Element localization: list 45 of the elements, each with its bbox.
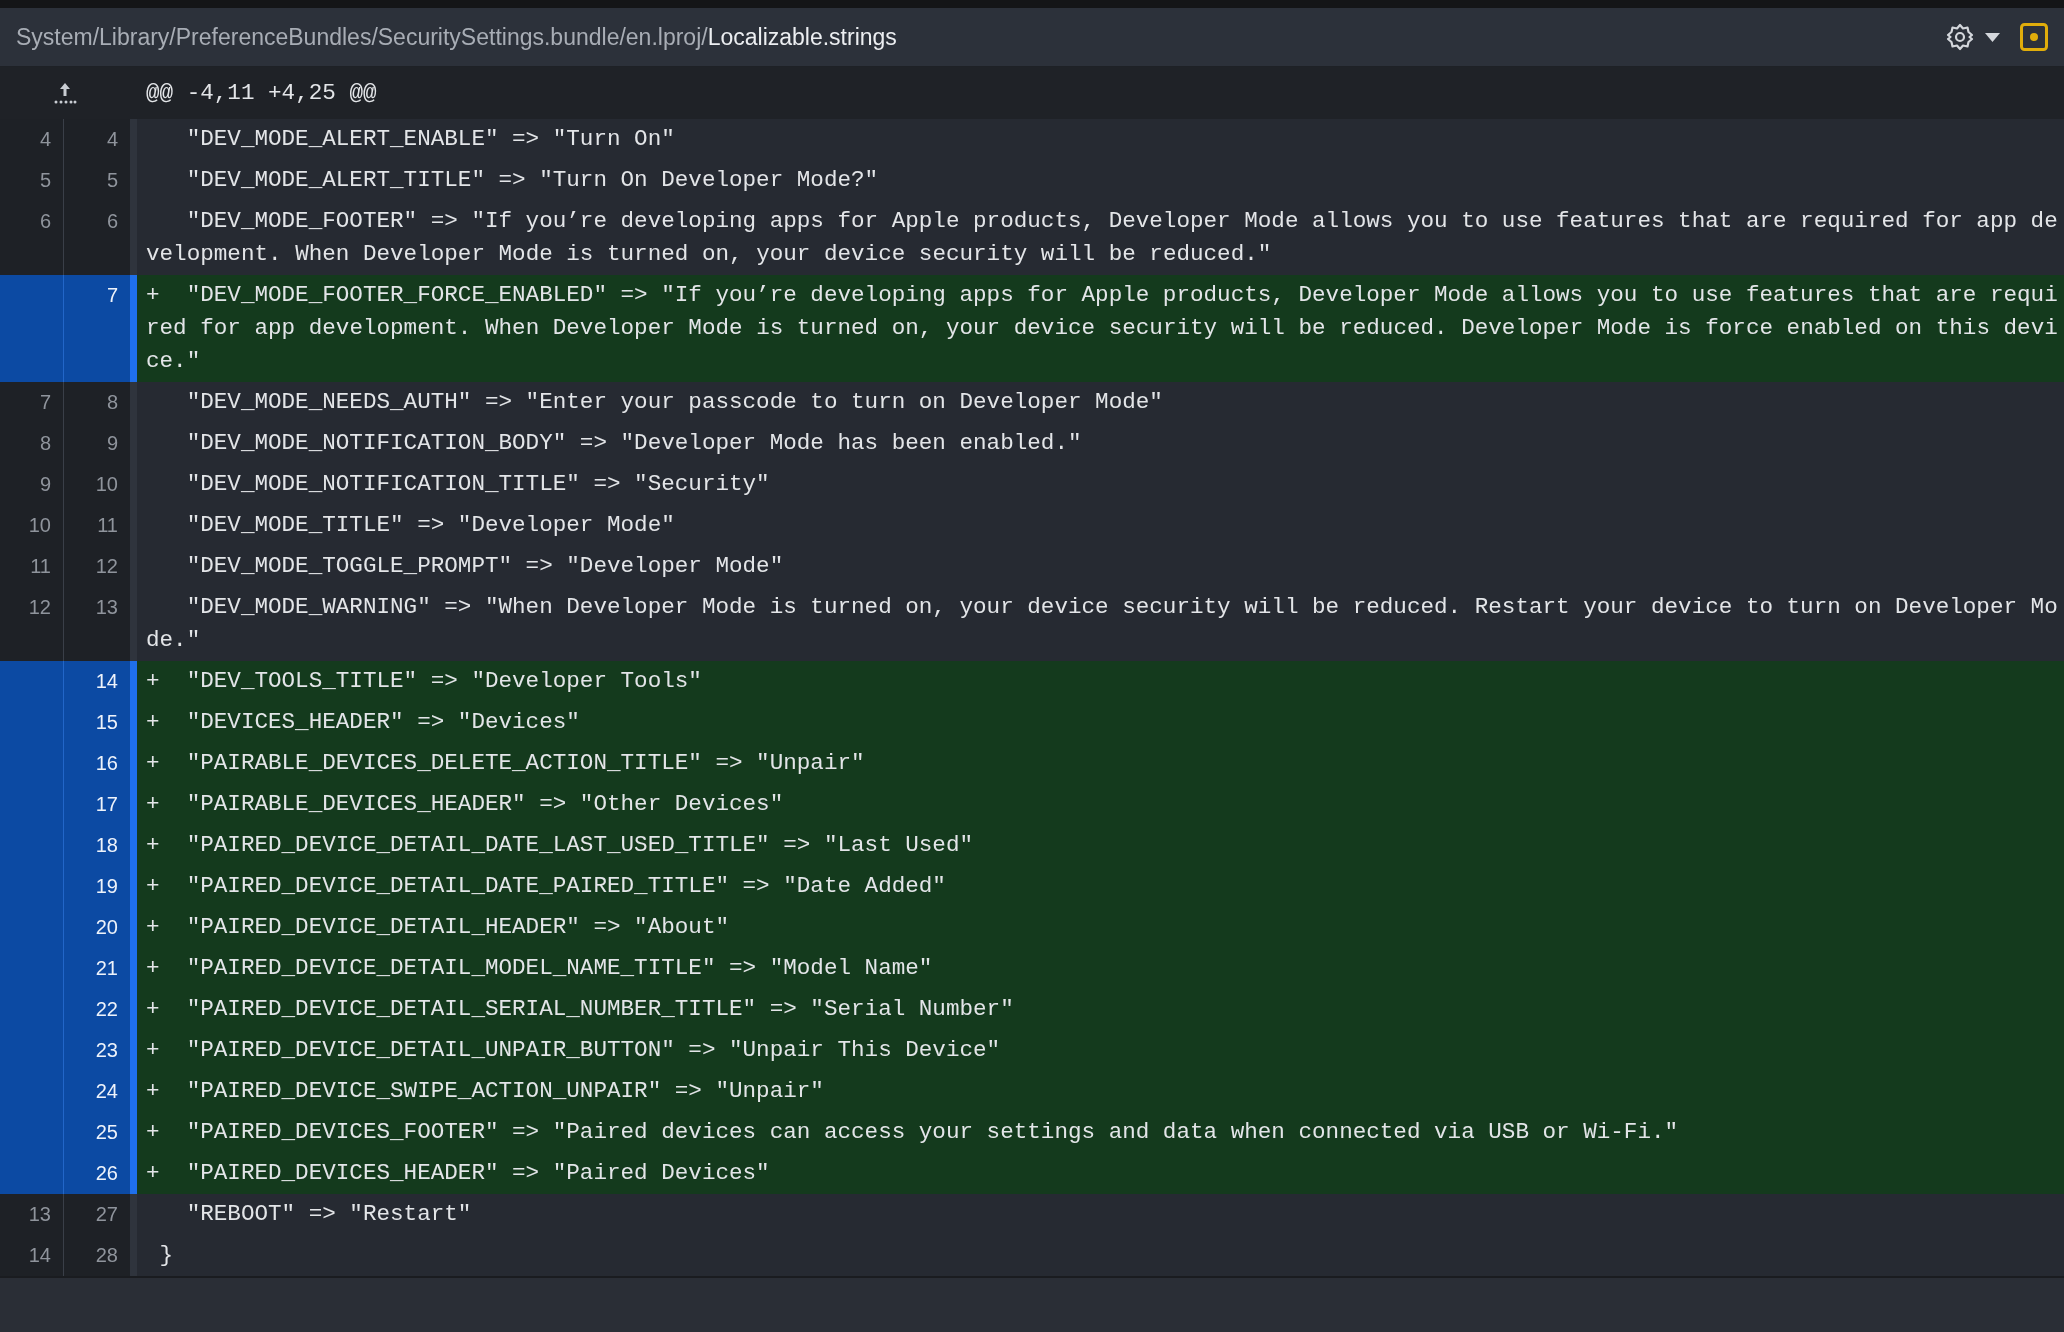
old-line-number: 8 bbox=[0, 423, 64, 464]
new-line-number: 23 bbox=[64, 1030, 130, 1071]
old-line-number: 11 bbox=[0, 546, 64, 587]
new-line-number: 12 bbox=[64, 546, 130, 587]
new-line-number: 10 bbox=[64, 464, 130, 505]
old-line-number: 4 bbox=[0, 119, 64, 160]
new-line-number: 19 bbox=[64, 866, 130, 907]
new-line-number: 16 bbox=[64, 743, 130, 784]
old-line-number: 13 bbox=[0, 1194, 64, 1235]
new-line-number: 24 bbox=[64, 1071, 130, 1112]
new-line-number: 8 bbox=[64, 382, 130, 423]
settings-icon bbox=[1945, 22, 1975, 52]
dot-square-icon bbox=[2020, 23, 2048, 51]
new-line-number: 22 bbox=[64, 989, 130, 1030]
file-path: System/Library/PreferenceBundles/SecuritySettings.bundle/en.lproj/Localizable.strings bbox=[16, 23, 897, 51]
old-line-number: 6 bbox=[0, 201, 64, 275]
old-line-number: 14 bbox=[0, 1235, 64, 1276]
new-line-number: 17 bbox=[64, 784, 130, 825]
new-line-number: 7 bbox=[64, 275, 130, 382]
new-line-number: 13 bbox=[64, 587, 130, 661]
old-line-number: 9 bbox=[0, 464, 64, 505]
new-line-number: 18 bbox=[64, 825, 130, 866]
new-line-number: 20 bbox=[64, 907, 130, 948]
old-line-number bbox=[0, 661, 64, 702]
old-line-number: 12 bbox=[0, 587, 64, 661]
new-line-number: 27 bbox=[64, 1194, 130, 1235]
new-line-number: 26 bbox=[64, 1153, 130, 1194]
settings-button[interactable] bbox=[1945, 22, 2000, 52]
caret-icon bbox=[1985, 32, 2000, 42]
viewed-toggle-button[interactable] bbox=[2020, 23, 2048, 51]
new-line-number: 28 bbox=[64, 1235, 130, 1276]
old-line-number bbox=[0, 1153, 64, 1194]
old-line-number: 10 bbox=[0, 505, 64, 546]
hunk-header: @@ -4,11 +4,25 @@ bbox=[146, 80, 377, 106]
new-line-number: 9 bbox=[64, 423, 130, 464]
new-line-number: 25 bbox=[64, 1112, 130, 1153]
new-line-number: 15 bbox=[64, 702, 130, 743]
old-line-number: 7 bbox=[0, 382, 64, 423]
new-line-number: 14 bbox=[64, 661, 130, 702]
new-line-number: 21 bbox=[64, 948, 130, 989]
new-line-number: 6 bbox=[64, 201, 130, 275]
new-line-number: 11 bbox=[64, 505, 130, 546]
old-line-number: 5 bbox=[0, 160, 64, 201]
new-line-number: 4 bbox=[64, 119, 130, 160]
new-line-number: 5 bbox=[64, 160, 130, 201]
